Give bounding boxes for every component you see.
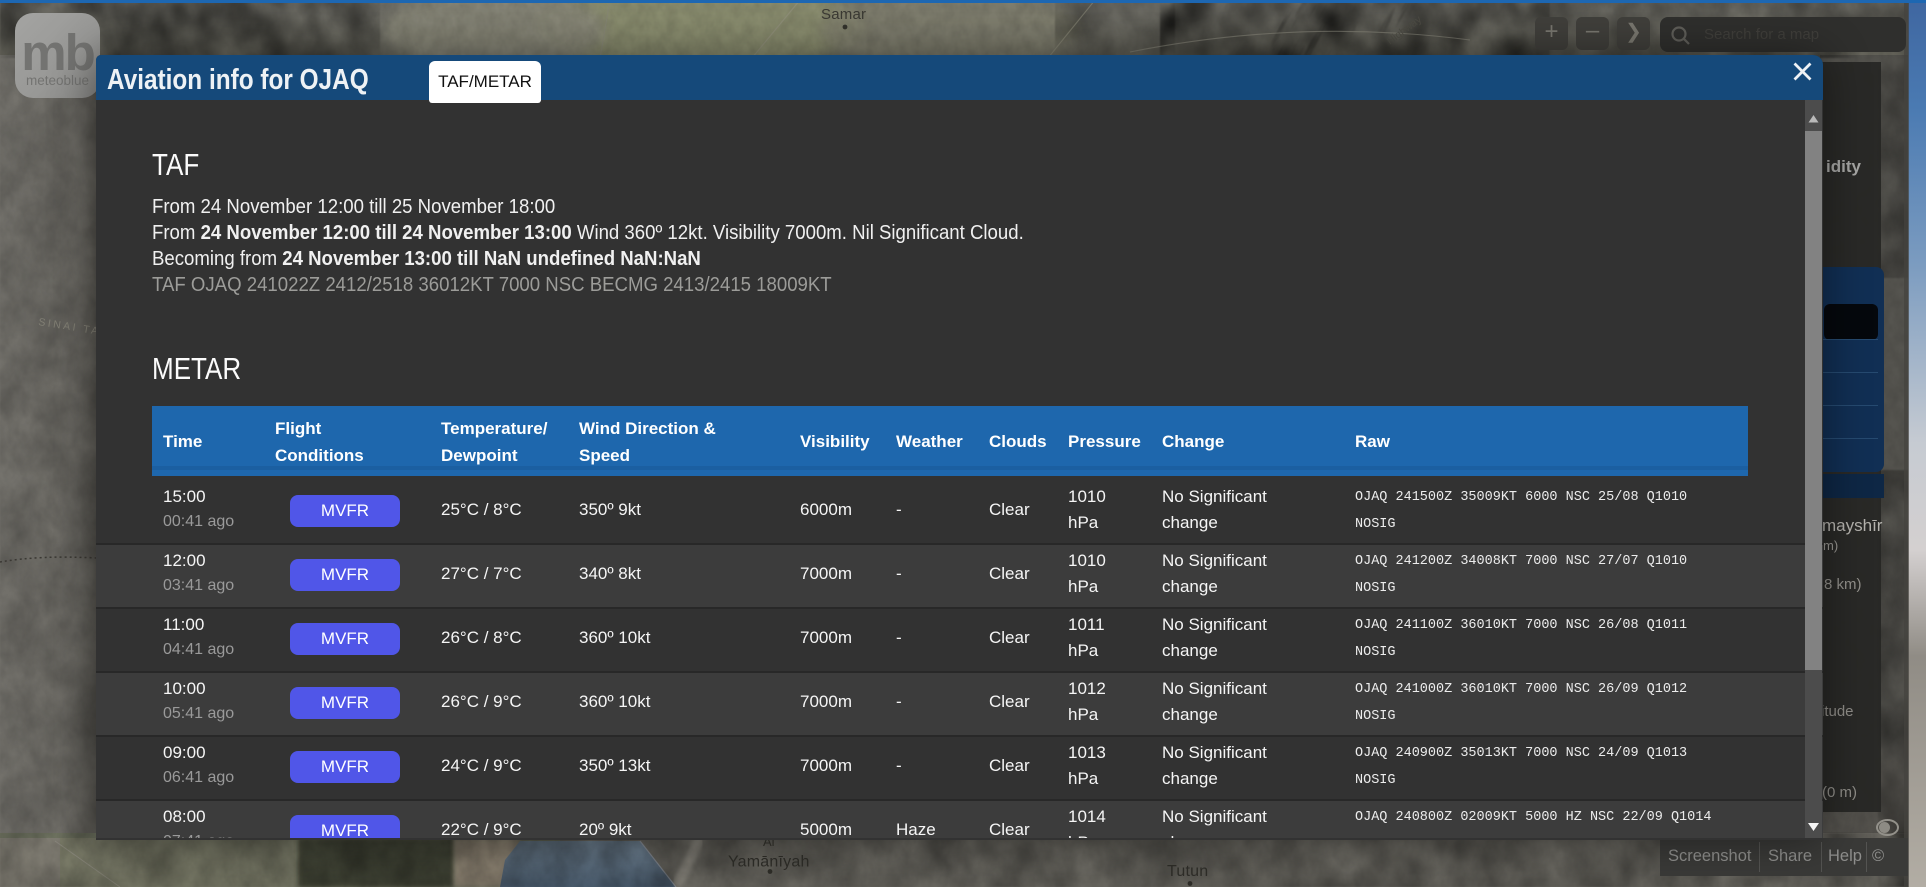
svg-text:Samar: Samar [821, 6, 866, 23]
svg-text:Tutun: Tutun [1167, 863, 1208, 880]
svg-text:Yamānīyah: Yamānīyah [728, 854, 810, 871]
